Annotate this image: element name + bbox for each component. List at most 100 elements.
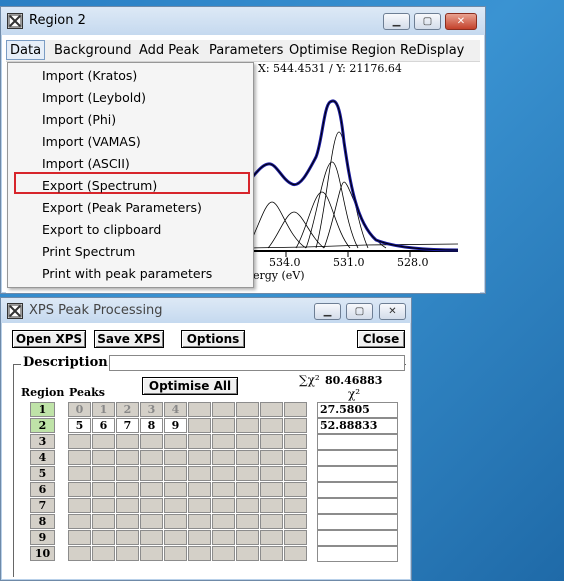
peak-cell[interactable] (236, 450, 259, 465)
peak-cell[interactable] (140, 546, 163, 561)
peak-cell[interactable] (140, 434, 163, 449)
peak-cell[interactable]: 3 (140, 402, 163, 417)
region-button-7[interactable]: 7 (30, 498, 55, 513)
peak-cell[interactable] (92, 546, 115, 561)
peak-cell[interactable]: 5 (68, 418, 91, 433)
peak-cell[interactable] (68, 498, 91, 513)
menu-parameters[interactable]: Parameters (209, 43, 283, 58)
peak-cell[interactable] (188, 514, 211, 529)
region-button-5[interactable]: 5 (30, 466, 55, 481)
peak-cell[interactable] (260, 418, 283, 433)
region-button-1[interactable]: 1 (30, 402, 55, 417)
peak-cell[interactable] (116, 498, 139, 513)
menu-data[interactable]: Data (6, 40, 46, 60)
peak-cell[interactable] (236, 466, 259, 481)
menu-item-import-ascii[interactable]: Import (ASCII) (42, 156, 130, 171)
minimize-icon[interactable]: ▁ (383, 13, 410, 30)
peak-cell[interactable]: 4 (164, 402, 187, 417)
region-button-6[interactable]: 6 (30, 482, 55, 497)
peak-cell[interactable] (260, 434, 283, 449)
peak-cell[interactable]: 2 (116, 402, 139, 417)
peak-cell[interactable] (116, 450, 139, 465)
menu-optimise-region[interactable]: Optimise Region (289, 43, 396, 58)
peak-cell[interactable] (164, 498, 187, 513)
menu-item-import-phi[interactable]: Import (Phi) (42, 112, 116, 127)
peak-cell[interactable] (188, 546, 211, 561)
peak-cell[interactable] (236, 546, 259, 561)
peak-cell[interactable] (212, 418, 235, 433)
peak-cell[interactable]: 1 (92, 402, 115, 417)
peak-cell[interactable] (284, 434, 307, 449)
maximize-icon[interactable]: ▢ (414, 13, 441, 30)
peak-cell[interactable] (188, 450, 211, 465)
peak-cell[interactable] (68, 530, 91, 545)
peak-cell[interactable] (140, 450, 163, 465)
menu-redisplay[interactable]: ReDisplay (400, 43, 464, 58)
menu-item-print-peak-parameters[interactable]: Print with peak parameters (42, 266, 212, 281)
region-button-3[interactable]: 3 (30, 434, 55, 449)
peak-cell[interactable] (212, 434, 235, 449)
peak-cell[interactable] (236, 418, 259, 433)
peak-cell[interactable] (68, 482, 91, 497)
peak-cell[interactable] (188, 482, 211, 497)
peak-cell[interactable] (116, 466, 139, 481)
peak-cell[interactable]: 8 (140, 418, 163, 433)
peak-cell[interactable] (164, 466, 187, 481)
peak-cell[interactable] (164, 514, 187, 529)
peak-cell[interactable] (92, 434, 115, 449)
peak-cell[interactable] (212, 450, 235, 465)
peak-cell[interactable] (260, 530, 283, 545)
peak-cell[interactable] (116, 530, 139, 545)
peak-cell[interactable] (164, 482, 187, 497)
peak-cell[interactable] (260, 482, 283, 497)
peak-cell[interactable] (188, 466, 211, 481)
peak-cell[interactable] (68, 466, 91, 481)
peak-cell[interactable] (236, 530, 259, 545)
peak-cell[interactable] (260, 450, 283, 465)
minimize-icon[interactable]: ▁ (314, 303, 341, 320)
menu-item-import-vamas[interactable]: Import (VAMAS) (42, 134, 141, 149)
description-input[interactable] (109, 355, 405, 371)
peak-cell[interactable] (212, 546, 235, 561)
peak-cell[interactable] (92, 530, 115, 545)
peak-cell[interactable] (188, 402, 211, 417)
peak-cell[interactable] (284, 450, 307, 465)
region-button-9[interactable]: 9 (30, 530, 55, 545)
peak-cell[interactable] (284, 402, 307, 417)
peak-cell[interactable] (140, 482, 163, 497)
menu-background[interactable]: Background (54, 43, 132, 58)
peak-cell[interactable] (236, 434, 259, 449)
open-xps-button[interactable]: Open XPS (12, 330, 86, 348)
peak-cell[interactable] (236, 498, 259, 513)
xps-titlebar[interactable]: XPS Peak Processing ▁ ▢ ✕ (1, 298, 411, 323)
peak-cell[interactable] (236, 402, 259, 417)
options-button[interactable]: Options (181, 330, 245, 348)
maximize-icon[interactable]: ▢ (346, 303, 373, 320)
peak-cell[interactable] (212, 482, 235, 497)
peak-cell[interactable] (260, 498, 283, 513)
peak-cell[interactable]: 9 (164, 418, 187, 433)
peak-cell[interactable] (92, 498, 115, 513)
peak-cell[interactable] (260, 466, 283, 481)
peak-cell[interactable] (68, 450, 91, 465)
peak-cell[interactable] (212, 514, 235, 529)
peak-cell[interactable] (68, 546, 91, 561)
peak-cell[interactable] (284, 466, 307, 481)
peak-cell[interactable]: 7 (116, 418, 139, 433)
peak-cell[interactable] (68, 514, 91, 529)
peak-cell[interactable] (188, 498, 211, 513)
peak-cell[interactable] (212, 498, 235, 513)
peak-cell[interactable] (284, 514, 307, 529)
peak-cell[interactable]: 6 (92, 418, 115, 433)
peak-cell[interactable] (116, 514, 139, 529)
peak-cell[interactable] (284, 530, 307, 545)
peak-cell[interactable] (164, 530, 187, 545)
peak-cell[interactable] (92, 482, 115, 497)
region-button-4[interactable]: 4 (30, 450, 55, 465)
peak-cell[interactable] (284, 498, 307, 513)
peak-cell[interactable] (164, 434, 187, 449)
region-button-8[interactable]: 8 (30, 514, 55, 529)
peak-cell[interactable] (188, 418, 211, 433)
peak-cell[interactable] (140, 514, 163, 529)
peak-cell[interactable] (140, 530, 163, 545)
